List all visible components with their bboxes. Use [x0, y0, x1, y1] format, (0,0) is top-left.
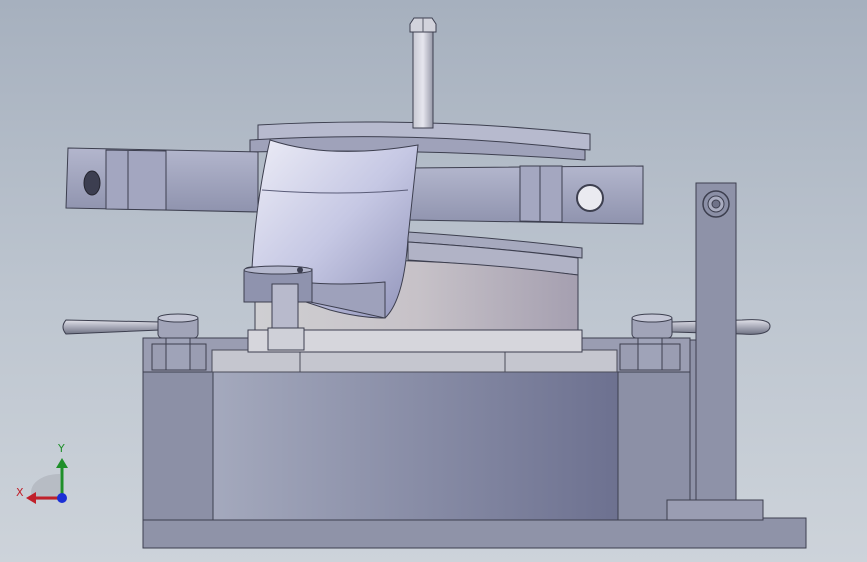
triad-y-arrow-icon: [56, 458, 68, 468]
coordinate-triad: [26, 458, 68, 504]
cad-viewport[interactable]: X Y: [0, 0, 867, 562]
left-handle[interactable]: [62, 313, 207, 371]
base-plate[interactable]: [142, 517, 807, 549]
triad-y-label: Y: [58, 442, 65, 455]
base-housing[interactable]: [142, 337, 691, 521]
top-rod[interactable]: [409, 17, 437, 129]
triad-z-origin-icon: [57, 493, 67, 503]
arm-right-hole: [576, 184, 604, 212]
arm-left-hole: [83, 170, 101, 196]
cad-model-canvas[interactable]: [0, 0, 867, 562]
triad-x-arrow-icon: [26, 492, 36, 504]
triad-x-label: X: [16, 486, 24, 499]
